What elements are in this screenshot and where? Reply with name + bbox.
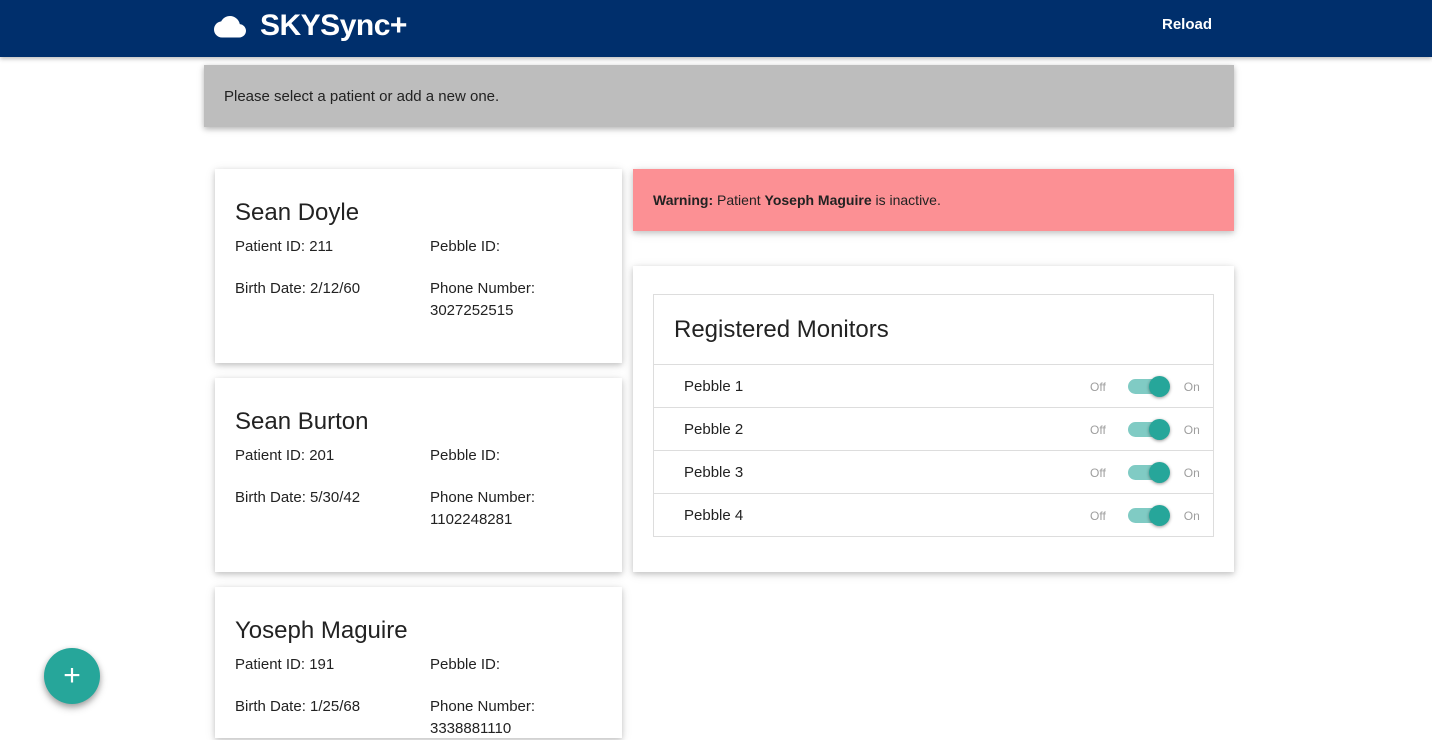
toggle-on-label: On — [1183, 379, 1200, 394]
warning-prefix: Warning: — [653, 192, 714, 208]
patient-card[interactable]: Sean Doyle Patient ID: 211 Pebble ID: Bi… — [215, 169, 622, 363]
pebble-id: Pebble ID: — [430, 238, 501, 255]
monitor-name: Pebble 3 — [684, 463, 744, 481]
patient-id: Patient ID: 211 — [235, 238, 334, 255]
monitor-toggle[interactable]: Off On — [1090, 408, 1200, 451]
top-navbar: SKYSync+ Reload — [0, 0, 1432, 57]
monitor-toggle[interactable]: Off On — [1090, 365, 1200, 408]
monitors-title: Registered Monitors — [654, 295, 1213, 365]
patient-card[interactable]: Sean Burton Patient ID: 201 Pebble ID: B… — [215, 378, 622, 572]
warning-before: Patient — [717, 192, 761, 208]
monitors-list: Registered Monitors Pebble 1 Off On Pebb… — [653, 294, 1214, 537]
reload-button[interactable]: Reload — [1150, 14, 1224, 36]
toggle-thumb[interactable] — [1148, 505, 1170, 526]
phone-number: Phone Number: 1102248281 — [430, 487, 610, 531]
patient-name: Sean Doyle — [235, 199, 360, 226]
toggle-off-label: Off — [1090, 379, 1106, 394]
info-message-bar: Please select a patient or add a new one… — [204, 65, 1234, 127]
warning-after: is inactive. — [875, 192, 941, 208]
monitor-row: Pebble 4 Off On — [654, 494, 1213, 537]
monitor-name: Pebble 1 — [684, 377, 744, 395]
monitor-name: Pebble 2 — [684, 420, 744, 438]
patient-id: Patient ID: 201 — [235, 447, 335, 464]
pebble-id: Pebble ID: — [430, 447, 501, 464]
add-patient-button[interactable]: + — [44, 648, 100, 704]
monitor-toggle[interactable]: Off On — [1090, 451, 1200, 494]
monitor-name: Pebble 4 — [684, 507, 744, 524]
toggle-on-label: On — [1183, 508, 1200, 523]
pebble-id: Pebble ID: — [430, 656, 501, 673]
phone-value: 3027252515 — [430, 302, 514, 319]
phone-value: 3338881110 — [430, 720, 512, 737]
patient-name: Sean Burton — [235, 408, 369, 435]
brand-name: SKYSync+ — [260, 9, 407, 42]
toggle-on-label: On — [1183, 465, 1200, 480]
toggle-thumb[interactable] — [1148, 419, 1170, 440]
registered-monitors-card: Registered Monitors Pebble 1 Off On Pebb… — [633, 266, 1234, 572]
toggle-track[interactable] — [1127, 376, 1170, 397]
birth-date: Birth Date: 1/25/68 — [235, 698, 361, 715]
toggle-track[interactable] — [1127, 419, 1170, 440]
toggle-off-label: Off — [1090, 465, 1106, 480]
birth-date: Birth Date: 2/12/60 — [235, 280, 361, 297]
info-message-text: Please select a patient or add a new one… — [224, 87, 500, 105]
birth-date: Birth Date: 5/30/42 — [235, 489, 361, 506]
inactive-warning-banner: Warning: Patient Yoseph Maguire is inact… — [633, 169, 1234, 231]
monitor-row: Pebble 2 Off On — [654, 408, 1213, 451]
phone-number: Phone Number: 3027252515 — [430, 278, 610, 322]
toggle-track[interactable] — [1127, 505, 1170, 526]
monitor-row: Pebble 3 Off On — [654, 451, 1213, 494]
toggle-on-label: On — [1183, 422, 1200, 437]
toggle-thumb[interactable] — [1148, 376, 1170, 397]
toggle-track[interactable] — [1127, 462, 1170, 483]
monitor-row: Pebble 1 Off On — [654, 365, 1213, 408]
cloud-icon — [214, 16, 246, 38]
patient-id: Patient ID: 191 — [235, 656, 335, 673]
patient-name: Yoseph Maguire — [235, 617, 408, 644]
phone-label: Phone Number: — [430, 280, 536, 297]
plus-icon: + — [63, 659, 81, 692]
toggle-off-label: Off — [1090, 422, 1106, 437]
monitor-toggle[interactable]: Off On — [1090, 494, 1200, 537]
brand-logo[interactable]: SKYSync+ — [214, 9, 407, 43]
toggle-thumb[interactable] — [1148, 462, 1170, 483]
phone-number: Phone Number: 3338881110 — [430, 696, 610, 740]
warning-patient-name: Yoseph Maguire — [764, 192, 872, 208]
patient-card[interactable]: Yoseph Maguire Patient ID: 191 Pebble ID… — [215, 587, 622, 738]
phone-value: 1102248281 — [430, 511, 513, 528]
phone-label: Phone Number: — [430, 698, 536, 715]
toggle-off-label: Off — [1090, 508, 1106, 523]
phone-label: Phone Number: — [430, 489, 536, 506]
